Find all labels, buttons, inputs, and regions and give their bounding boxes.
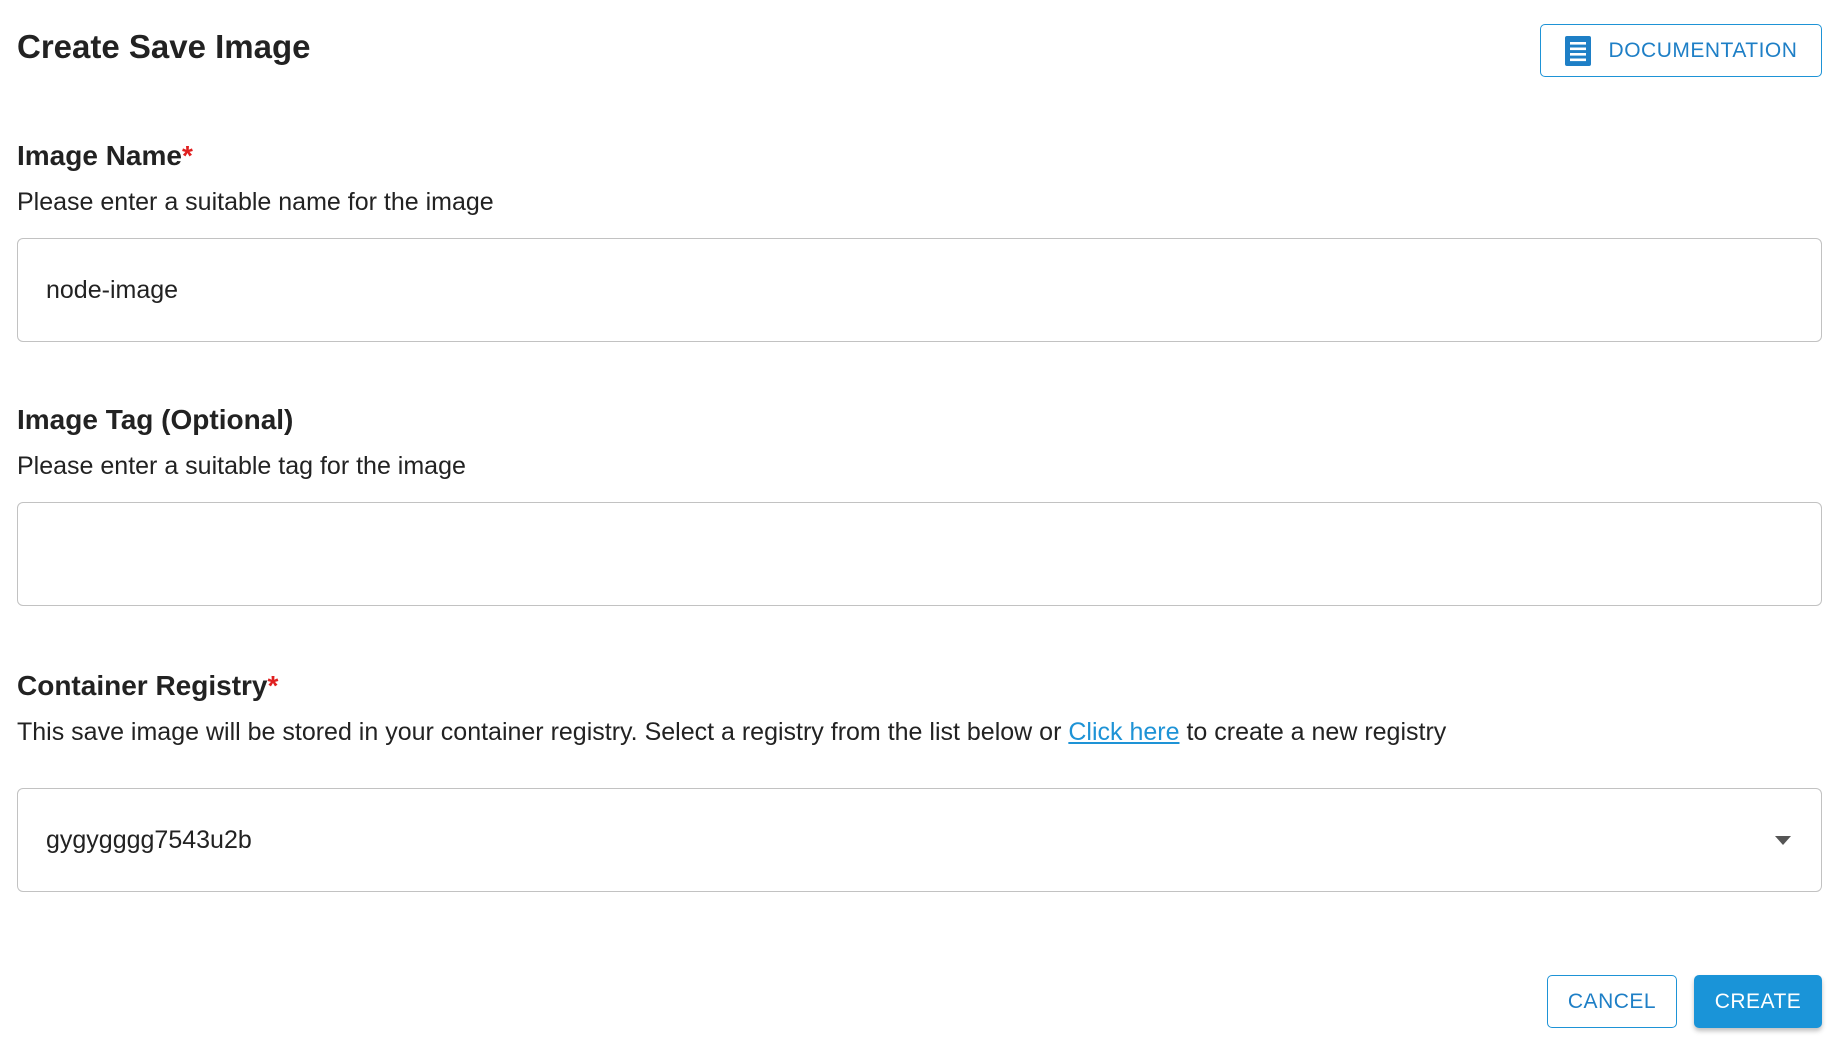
page-title: Create Save Image	[17, 28, 311, 65]
cancel-button[interactable]: CANCEL	[1547, 975, 1677, 1028]
image-tag-help: Please enter a suitable tag for the imag…	[17, 452, 466, 480]
required-marker: *	[181, 140, 193, 171]
image-tag-input[interactable]	[17, 502, 1822, 606]
document-icon	[1564, 35, 1591, 66]
image-name-input[interactable]	[17, 238, 1822, 342]
image-name-label: Image Name*	[17, 140, 193, 172]
registry-help-text-before: This save image will be stored in your c…	[17, 718, 1069, 746]
documentation-button[interactable]: DOCUMENTATION	[1540, 24, 1822, 77]
caret-down-icon	[1775, 835, 1791, 845]
image-tag-label: Image Tag (Optional)	[17, 404, 294, 435]
selected-registry: gygygggg7543u2b	[46, 825, 252, 854]
image-name-label-text: Image Name	[17, 140, 182, 171]
required-marker: *	[267, 670, 279, 701]
container-registry-help: This save image will be stored in your c…	[17, 718, 1446, 747]
create-registry-link[interactable]: Click here	[1068, 718, 1179, 746]
documentation-button-label: DOCUMENTATION	[1608, 38, 1798, 62]
create-button[interactable]: CREATE	[1694, 975, 1822, 1028]
registry-help-text-after: to create a new registry	[1179, 718, 1447, 746]
container-registry-select[interactable]: gygygggg7543u2b	[17, 788, 1822, 892]
container-registry-label-text: Container Registry	[17, 670, 268, 701]
image-name-help: Please enter a suitable name for the ima…	[17, 188, 494, 216]
container-registry-label: Container Registry*	[17, 670, 278, 702]
create-save-image-page: Create Save Image DOCUMENTATION Image Na…	[0, 0, 1838, 1052]
